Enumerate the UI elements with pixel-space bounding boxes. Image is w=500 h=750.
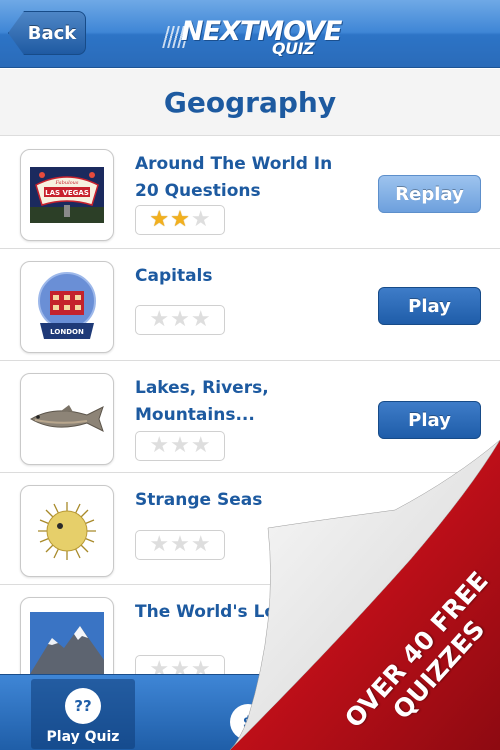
svg-text:LAS VEGAS: LAS VEGAS [45, 189, 89, 197]
back-button[interactable]: Back [8, 11, 86, 55]
star-rating: ★ ★ ★ [135, 305, 225, 335]
tab-leaderboard[interactable]: $ [196, 679, 300, 749]
quiz-row[interactable]: Strange Seas ★ ★ ★ [0, 473, 500, 585]
replay-button-label: Replay [395, 183, 464, 205]
star-icon: ★ [149, 532, 170, 557]
quiz-row[interactable]: LONDON Capitals ★ ★ ★ Play [0, 249, 500, 361]
play-button[interactable]: Play [378, 287, 481, 325]
quiz-thumbnail: LAS VEGAS Fabulous [20, 149, 114, 241]
star-icon: ★ [149, 307, 170, 332]
star-icon: ★ [190, 532, 211, 557]
quiz-row[interactable]: Lakes, Rivers, Mountains... ★ ★ ★ Play [0, 361, 500, 473]
quiz-row[interactable]: LAS VEGAS Fabulous Around The World In 2… [0, 137, 500, 249]
mountain-photo-image [30, 612, 104, 674]
svg-text:LONDON: LONDON [50, 328, 84, 336]
star-icon: ★ [190, 433, 211, 458]
play-button[interactable]: Play [378, 401, 481, 439]
app-logo: NEXTMOVE QUIZ [162, 12, 342, 58]
star-icon: ★ [170, 433, 190, 458]
star-icon: ★ [149, 433, 170, 458]
quiz-title: Capitals [135, 266, 213, 286]
play-button-label: Play [408, 409, 451, 431]
trout-fish-image [30, 405, 104, 432]
play-button-label: Play [408, 295, 451, 317]
star-icon: ★ [149, 207, 170, 232]
replay-button[interactable]: Replay [378, 175, 481, 213]
category-header: Geography [0, 69, 500, 136]
star-icon: ★ [170, 307, 190, 332]
star-rating: ★ ★ ★ [135, 431, 225, 461]
quiz-thumbnail: LONDON [20, 261, 114, 353]
tab-label: Play Quiz [46, 729, 120, 745]
question-bubble-icon: ?? [65, 688, 101, 724]
page-title: Geography [163, 85, 337, 119]
quiz-title: Around The World In 20 Questions [135, 154, 333, 201]
star-icon: ★ [170, 532, 190, 557]
star-icon: ★ [190, 307, 211, 332]
logo-main-text: NEXTMOVE [181, 16, 342, 47]
quiz-thumbnail [20, 373, 114, 465]
leaderboard-icon: $ [230, 704, 266, 740]
quiz-title: The World's Lo Largest [135, 602, 355, 622]
star-icon: ★ [190, 207, 211, 232]
svg-text:Fabulous: Fabulous [55, 180, 79, 186]
back-button-label: Back [27, 22, 77, 44]
star-rating: ★ ★ ★ [135, 530, 225, 560]
quiz-title: Lakes, Rivers, Mountains... [135, 378, 269, 425]
star-icon: ★ [170, 207, 190, 232]
nav-bar: Back NEXTMOVE QUIZ [0, 0, 500, 68]
london-snow-globe-image: LONDON [38, 272, 96, 339]
logo-sub-text: QUIZ [272, 39, 315, 58]
star-rating: ★ ★ ★ [135, 205, 225, 235]
pufferfish-image [38, 502, 96, 560]
las-vegas-sign-image: LAS VEGAS Fabulous [30, 167, 104, 223]
tab-play-quiz[interactable]: ?? Play Quiz [31, 679, 135, 749]
quiz-thumbnail [20, 485, 114, 577]
quiz-title: Strange Seas [135, 490, 263, 510]
